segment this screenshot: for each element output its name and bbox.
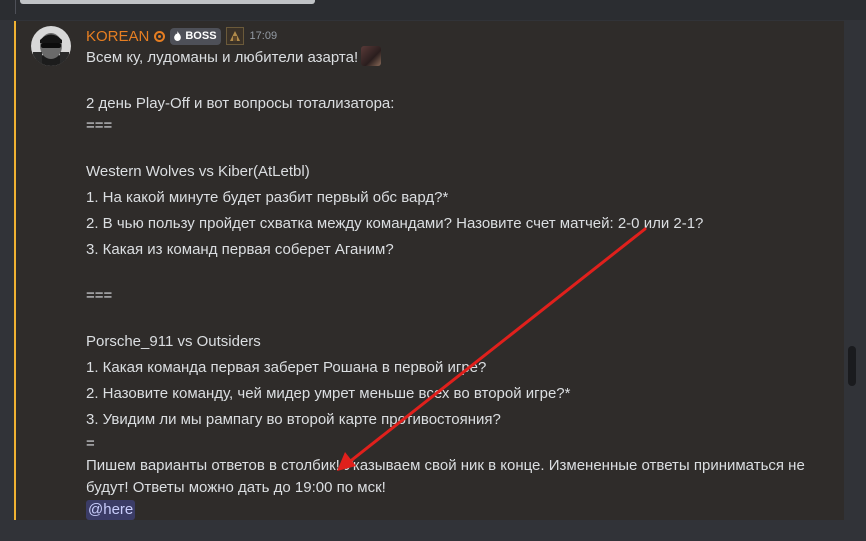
question-line: 3. Какая из команд первая соберет Аганим… [86,241,394,258]
scrollbar-thumb[interactable] [848,346,856,386]
mention-line: @here [86,499,826,521]
match-title: Western Wolves vs Kiber(AtLetbl) [86,163,310,180]
greeting-line: Всем ку, лудоманы и любители азарта! [86,45,826,71]
match-title: Porsche_911 vs Outsiders [86,333,261,350]
rank-icon [225,27,244,45]
custom-emoji[interactable] [361,46,382,66]
greeting-text: Всем ку, лудоманы и любители азарта! [86,49,359,66]
here-mention[interactable]: @here [86,500,136,520]
rank-icon-art [226,28,243,44]
instructions-text: Пишем варианты ответов в столбик! Указыв… [86,457,805,496]
previous-message-bar [20,0,315,4]
separator-line: === [86,287,113,304]
message-header: KOREAN BOSS 17:09 [86,25,277,47]
avatar-image [31,26,71,66]
avatar[interactable] [31,26,71,66]
message-content: Всем ку, лудоманы и любители азарта! 2 д… [86,45,826,521]
role-badge-label: BOSS [185,30,217,42]
question-line: 1. Какая команда первая заберет Рошана в… [86,359,487,376]
question-line: 3. Увидим ли мы рампагу во второй карте … [86,411,501,428]
verified-icon [154,30,166,42]
scrollbar-track[interactable] [846,20,856,520]
bottom-area [0,520,866,541]
timestamp: 17:09 [249,30,278,42]
highlighted-message: KOREAN BOSS 17:09 Всем ку, лудоманы и лю… [14,21,844,520]
question-line: 2. В чью пользу пройдет схватка между ко… [86,215,704,232]
thread-line [15,0,16,14]
separator-line: === [86,117,113,134]
previous-message-edge [0,0,866,20]
question-line: 1. На какой минуте будет разбит первый о… [86,189,449,206]
role-badge[interactable]: BOSS [170,27,221,45]
intro-line: 2 день Play-Off и вот вопросы тотализато… [86,95,395,112]
flame-icon [174,31,182,41]
chat-view: KOREAN BOSS 17:09 Всем ку, лудоманы и лю… [0,0,866,541]
username[interactable]: KOREAN [86,28,149,45]
question-line: 2. Назовите команду, чей мидер умрет мен… [86,385,571,402]
separator-line: = [86,435,95,452]
